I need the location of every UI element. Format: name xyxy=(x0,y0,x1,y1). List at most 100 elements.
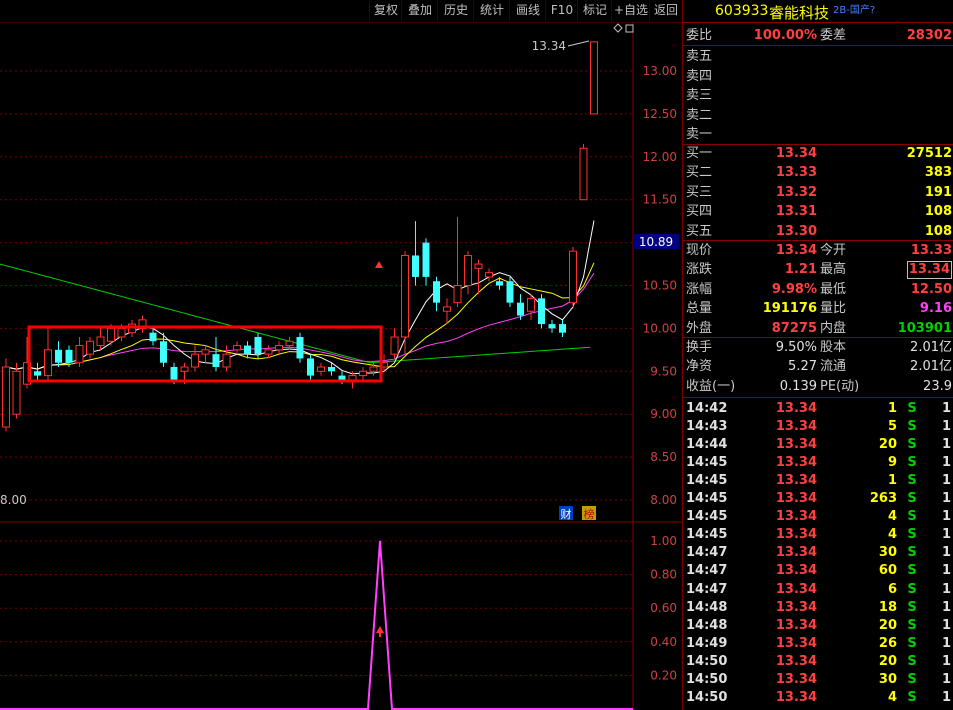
tick-time: 14:44 xyxy=(686,437,728,453)
tick-volume: 60 xyxy=(878,563,897,579)
stat-label: 净资 xyxy=(686,359,713,375)
tick-time: 14:43 xyxy=(686,419,728,435)
window-icon[interactable] xyxy=(625,24,634,33)
tick-volume: 4 xyxy=(887,689,897,705)
kline-chart[interactable]: 13.0012.5012.0011.5011.0010.5010.009.509… xyxy=(0,22,682,710)
tick-time: 14:45 xyxy=(686,491,728,507)
tick-side: S xyxy=(907,527,917,543)
tick-count: 1 xyxy=(941,581,951,597)
candle-body xyxy=(338,375,346,380)
tick-side: S xyxy=(907,617,917,633)
tick-volume: 1 xyxy=(887,473,897,489)
stat-label: 最低 xyxy=(820,281,847,297)
divider xyxy=(683,45,953,46)
sell-level-row: 卖一 xyxy=(683,125,953,144)
tick-volume: 9 xyxy=(887,455,897,471)
y-tick-label: 8.00 xyxy=(650,493,677,507)
candle-body xyxy=(275,345,283,351)
tick-price: 13.34 xyxy=(775,581,817,597)
candle-body xyxy=(44,349,52,377)
tick-row: 14:50 13.34 4 S 1 xyxy=(683,688,953,707)
quote-stat-row: 现价 13.34 今开 13.33 xyxy=(683,241,953,260)
tick-price: 13.34 xyxy=(775,563,817,579)
tick-row: 14:45 13.34 4 S 1 xyxy=(683,525,953,544)
tick-volume: 20 xyxy=(878,653,897,669)
stat-value: 1.21 xyxy=(784,262,817,278)
candle-body xyxy=(328,367,335,372)
buy-level-label: 买二 xyxy=(686,165,713,181)
stat-value: 12.50 xyxy=(910,281,952,297)
candle-body xyxy=(485,272,493,278)
candle-body xyxy=(401,254,409,338)
breakout-arrow-icon xyxy=(375,261,383,268)
tick-side: S xyxy=(907,581,917,597)
buy-level-price: 13.30 xyxy=(775,223,817,239)
sell-level-row: 卖二 xyxy=(683,106,953,125)
candle-body xyxy=(2,366,10,428)
stock-tag[interactable]: 2B-国产? xyxy=(833,1,875,16)
candle-body xyxy=(506,281,514,303)
weicha-label: 委差 xyxy=(820,28,847,43)
tick-time: 14:45 xyxy=(686,509,728,525)
toolbar-button-7[interactable]: +自选 xyxy=(611,0,650,21)
sell-level-label: 卖一 xyxy=(686,127,713,143)
candle-body xyxy=(34,371,41,376)
tick-volume: 26 xyxy=(878,635,897,651)
tick-side: S xyxy=(907,419,917,435)
tick-side: S xyxy=(907,635,917,651)
tick-volume: 6 xyxy=(887,581,897,597)
sell-level-label: 卖四 xyxy=(686,68,713,84)
candle-body xyxy=(75,345,84,364)
tick-row: 14:48 13.34 20 S 1 xyxy=(683,616,953,635)
diamond-icon[interactable] xyxy=(613,23,623,33)
tick-time: 14:50 xyxy=(686,653,728,669)
candle-body xyxy=(433,281,440,303)
stat-value: 9.98% xyxy=(771,281,817,297)
chart-toolbar: 复权 叠加 历史 统计 画线 F10 标记 +自选 返回 xyxy=(0,0,681,23)
toolbar-button-3[interactable]: 统计 xyxy=(473,0,510,21)
weibi-row: 委比 100.00% 委差 28302 xyxy=(683,26,953,45)
tick-side: S xyxy=(907,563,917,579)
tick-price: 13.34 xyxy=(775,473,817,489)
candle-body xyxy=(222,353,231,368)
tick-side: S xyxy=(907,599,917,615)
toolbar-button-6[interactable]: 标记 xyxy=(577,0,612,21)
tick-count: 1 xyxy=(941,455,951,471)
y-tick-label: 13.00 xyxy=(643,64,677,78)
stat-label: 流通 xyxy=(820,359,847,375)
toolbar-button-2[interactable]: 历史 xyxy=(437,0,474,21)
toolbar-button-8[interactable]: 返回 xyxy=(649,0,682,21)
tick-side: S xyxy=(907,689,917,705)
tick-count: 1 xyxy=(941,689,951,705)
sell-level-label: 卖三 xyxy=(686,88,713,104)
toolbar-button-5[interactable]: F10 xyxy=(545,0,578,21)
buy-level-volume: 27512 xyxy=(906,146,952,161)
tick-price: 13.34 xyxy=(775,455,817,471)
candle-body xyxy=(317,366,325,372)
candle-body xyxy=(264,349,273,355)
candle-body xyxy=(117,327,126,338)
candle-body xyxy=(170,367,178,380)
stat-label: 涨跌 xyxy=(686,262,713,278)
tick-side: S xyxy=(907,671,917,687)
buy-level-row: 买一 13.34 27512 xyxy=(683,144,953,163)
tick-price: 13.34 xyxy=(775,653,817,669)
buy-level-price: 13.34 xyxy=(775,146,817,161)
buy-level-row: 买五 13.30 108 xyxy=(683,222,953,241)
tick-row: 14:47 13.34 6 S 1 xyxy=(683,580,953,599)
toolbar-button-0[interactable]: 复权 xyxy=(369,0,402,21)
quote-stat-row: 外盘 87275 内盘 103901 xyxy=(683,319,953,338)
stat-label: 收益(一) xyxy=(686,378,736,394)
tick-volume: 4 xyxy=(887,509,897,525)
tick-volume: 30 xyxy=(878,545,897,561)
candle-body xyxy=(348,375,357,381)
tick-count: 1 xyxy=(941,491,951,507)
stat-value: 13.33 xyxy=(910,243,952,258)
tick-price: 13.34 xyxy=(775,671,817,687)
toolbar-button-1[interactable]: 叠加 xyxy=(401,0,438,21)
stat-label: 外盘 xyxy=(686,320,713,336)
toolbar-button-4[interactable]: 画线 xyxy=(509,0,546,21)
buy-level-volume: 383 xyxy=(924,165,952,181)
candle-body xyxy=(412,255,419,277)
tick-count: 1 xyxy=(941,563,951,579)
